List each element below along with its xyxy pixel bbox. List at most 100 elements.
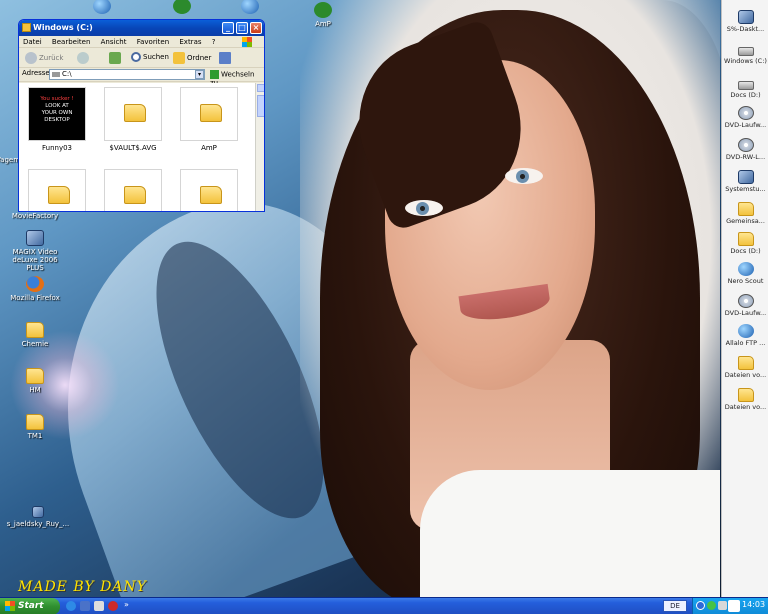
language-indicator[interactable]: DE <box>663 600 687 612</box>
forward-button[interactable] <box>77 52 91 64</box>
desktop-icon-top-1[interactable] <box>82 0 122 16</box>
right-icon-ftp[interactable]: Allalo FTP ... <box>722 324 768 347</box>
drive-icon <box>737 81 754 90</box>
internet-explorer-icon[interactable] <box>66 601 76 611</box>
up-button[interactable] <box>109 52 123 64</box>
views-button[interactable] <box>219 52 233 64</box>
desktop-icon-label: HM <box>29 386 41 394</box>
right-icon-label: Systemstu... <box>725 185 766 193</box>
right-icon-label: Docs (D:) <box>730 247 761 255</box>
maximize-button[interactable]: □ <box>236 22 248 34</box>
desktop-icon-firefox[interactable]: Mozilla Firefox <box>4 276 66 302</box>
desktop-icon-chemie[interactable]: Chemie <box>4 322 66 348</box>
help-icon[interactable] <box>696 601 705 610</box>
right-icon-windows-c[interactable]: Windows (C:) <box>722 44 768 65</box>
folder-thumbnail <box>104 87 162 141</box>
folder-icon <box>22 23 31 32</box>
network-globe-icon[interactable] <box>707 601 716 610</box>
scroll-thumb[interactable] <box>257 95 264 117</box>
system-tray: 14:03 <box>692 598 768 614</box>
menu-datei[interactable]: Datei <box>23 38 42 46</box>
menu-ansicht[interactable]: Ansicht <box>101 38 127 46</box>
right-icon-dvd-2[interactable]: DVD-Laufw... <box>722 294 768 317</box>
folder-icon <box>124 104 146 122</box>
right-icon-label: Dateien vo... <box>724 403 767 411</box>
right-icon-docs-folder[interactable]: Docs (D:) <box>722 232 768 255</box>
opera-icon[interactable] <box>108 601 118 611</box>
show-desktop-icon[interactable] <box>94 601 104 611</box>
folder-thumbnail <box>180 87 238 141</box>
globe-icon <box>737 324 754 338</box>
folders-button[interactable]: Ordner <box>173 52 211 64</box>
folder-icon <box>26 368 44 384</box>
thumbnail-text: DESKTOP <box>44 117 70 123</box>
desktop-icon-label: AmP <box>315 20 331 28</box>
right-icon-system[interactable]: Systemstu... <box>722 170 768 193</box>
desktop-icon-hm[interactable]: HM <box>4 368 66 394</box>
desktop-icon-shortcut[interactable]: s_jaeldsky_Ruy_... <box>2 506 74 528</box>
cd-icon <box>737 294 754 308</box>
menu-bearbeiten[interactable]: Bearbeiten <box>52 38 90 46</box>
desktop-icon-top-3[interactable] <box>230 0 270 16</box>
desktop-icon-top-2[interactable] <box>162 0 202 16</box>
right-icon-label: DVD-RW-L... <box>725 153 766 161</box>
nero-backitup-icon[interactable] <box>728 600 740 612</box>
menu-help[interactable]: ? <box>212 38 216 46</box>
start-button[interactable]: Start <box>0 598 60 614</box>
desktop-icon-amp[interactable]: AmP <box>300 2 346 28</box>
minimize-button[interactable]: _ <box>222 22 234 34</box>
chevron-down-icon[interactable]: ▾ <box>195 70 204 79</box>
right-icon-dvd-1[interactable]: DVD-Laufw... <box>722 106 768 129</box>
clock[interactable]: 14:03 <box>742 600 765 609</box>
portrait-eye-left <box>405 200 443 216</box>
window-titlebar[interactable]: Windows (C:) _ □ × <box>19 20 264 36</box>
cd-icon <box>737 138 754 152</box>
folder-icon <box>26 414 44 430</box>
control-panel-icon <box>737 170 754 184</box>
folder-icon <box>737 356 754 370</box>
file-item-folder-5[interactable] <box>103 169 163 211</box>
desktop-icon-magix[interactable]: MAGIX Video deLuxe 2006 PLUS <box>4 230 66 272</box>
right-icon-dvd-rw[interactable]: DVD-RW-L... <box>722 138 768 161</box>
desktop-icon-tm1[interactable]: TM1 <box>4 414 66 440</box>
search-button[interactable]: Suchen <box>131 52 169 62</box>
globe-icon <box>241 0 259 14</box>
firefox-icon <box>26 276 44 292</box>
desktop-icon-moviefactory[interactable]: MovieFactory <box>4 212 66 220</box>
right-icon-docs-d[interactable]: Docs (D:) <box>722 78 768 99</box>
menu-extras[interactable]: Extras <box>179 38 201 46</box>
media-player-icon[interactable] <box>80 601 90 611</box>
scroll-up-button[interactable] <box>257 84 264 92</box>
right-icon-files-2[interactable]: Dateien vo... <box>722 388 768 411</box>
file-item-vault[interactable]: $VAULT$.AVG <box>103 87 163 152</box>
image-thumbnail: You sucker ! LOOK AT YOUR OWN DESKTOP <box>28 87 86 141</box>
close-button[interactable]: × <box>250 22 262 34</box>
windows-logo-icon <box>5 601 15 611</box>
file-item-folder-6[interactable] <box>179 169 239 211</box>
right-icon-label: Windows (C:) <box>724 57 767 65</box>
right-icon-label: Dateien vo... <box>724 371 767 379</box>
address-input[interactable]: C:\ <box>49 69 205 80</box>
right-icon-nero-scout[interactable]: Nero Scout <box>722 262 768 285</box>
desktop-icon-label: Chemie <box>21 340 49 348</box>
menu-favoriten[interactable]: Favoriten <box>137 38 169 46</box>
search-label: Suchen <box>143 53 169 61</box>
network-icon[interactable] <box>718 601 727 610</box>
drive-icon <box>737 47 754 56</box>
vertical-scrollbar[interactable] <box>255 83 264 211</box>
search-icon <box>131 52 141 62</box>
explorer-window[interactable]: Windows (C:) _ □ × Datei Bearbeiten Ansi… <box>18 19 265 212</box>
file-item-amp[interactable]: AmP <box>179 87 239 152</box>
right-icon-files-1[interactable]: Dateien vo... <box>722 356 768 379</box>
file-name: $VAULT$.AVG <box>109 144 157 152</box>
file-item-funny03[interactable]: You sucker ! LOOK AT YOUR OWN DESKTOP Fu… <box>27 87 87 152</box>
desktop-icon-label: MAGIX Video deLuxe 2006 PLUS <box>12 248 58 272</box>
folders-icon <box>173 52 185 64</box>
shortcut-icon <box>32 506 44 518</box>
right-icon-desktop[interactable]: S%-Daskt... <box>722 10 768 33</box>
right-icon-label: Gemeinsa... <box>726 217 765 225</box>
right-icon-shared[interactable]: Gemeinsa... <box>722 202 768 225</box>
chevron-right-icon[interactable]: » <box>124 600 129 609</box>
back-button[interactable]: Zurück <box>25 52 63 64</box>
file-item-folder-4[interactable] <box>27 169 87 211</box>
